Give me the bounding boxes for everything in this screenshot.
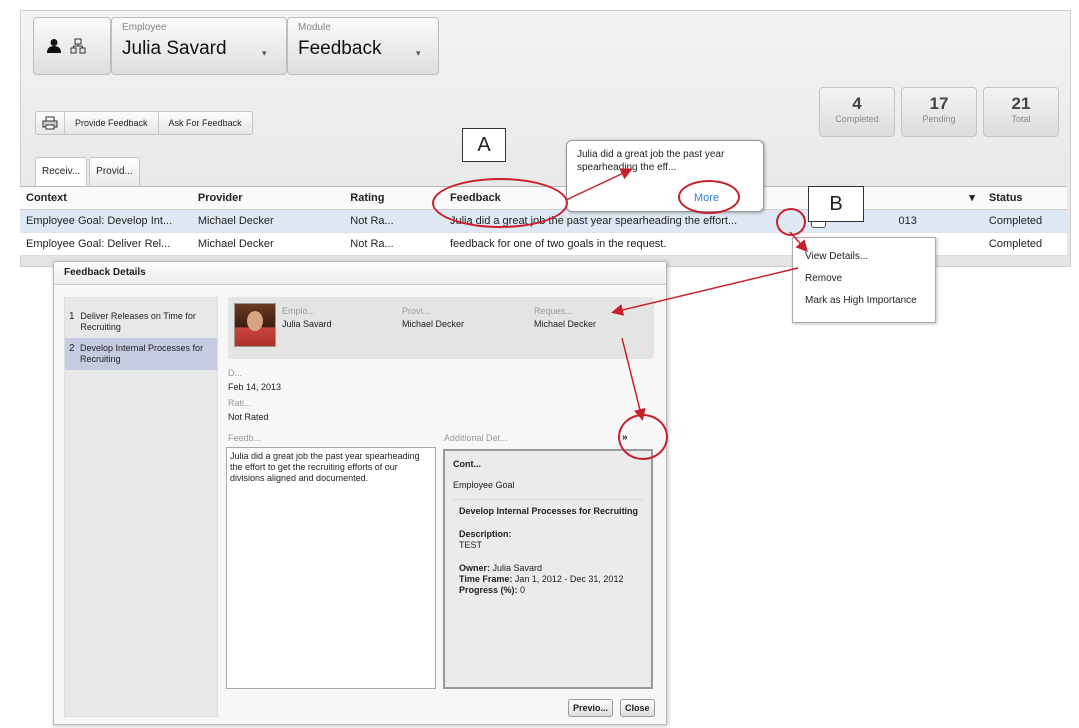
cell-provider: Michael Decker [197, 238, 274, 250]
stat-pending-label: Pending [922, 114, 956, 124]
stat-completed-number: 4 [852, 94, 862, 113]
stat-completed[interactable]: 4 Completed [819, 87, 895, 137]
avatar [234, 303, 276, 347]
cell-rating: Not Ra... [350, 238, 394, 250]
nav-item-number: 2 [69, 343, 75, 354]
additional-details-panel: Cont... Employee Goal Develop Internal P… [443, 449, 653, 689]
detail-card: Develop Internal Processes for Recruitin… [453, 499, 643, 596]
module-value: Feedback [298, 38, 382, 59]
owner-label: Owner: [459, 563, 491, 573]
employee-label: Employee [122, 22, 167, 33]
participants-band: Emplo... Julia Savard Provi... Michael D… [228, 297, 654, 359]
requester-field-value: Michael Decker [534, 319, 597, 329]
menu-item-mark-high-importance[interactable]: Mark as High Importance [793, 290, 935, 312]
provide-feedback-button[interactable]: Provide Feedback [65, 112, 159, 134]
description-label: Description: [459, 529, 512, 539]
previous-button[interactable]: Previo... [568, 699, 614, 717]
rating-label: Rati... [228, 398, 252, 408]
feedback-label: Feedb... [228, 433, 262, 443]
tooltip-text: Julia did a great job the past year spea… [577, 149, 725, 173]
employee-field-label: Emplo... [282, 306, 316, 316]
nav-item-goal-1[interactable]: 1 Deliver Releases on Time for Recruitin… [65, 306, 217, 338]
stat-total-number: 21 [1011, 94, 1031, 113]
annotation-ellipse-more [678, 180, 740, 214]
stat-total[interactable]: 21 Total [983, 87, 1059, 137]
row-context-menu: View Details... Remove Mark as High Impo… [792, 237, 936, 323]
requester-field-label: Reques... [534, 306, 573, 316]
timeframe-value: Jan 1, 2012 - Dec 31, 2012 [514, 574, 624, 584]
date-value: Feb 14, 2013 [228, 382, 282, 392]
cell-status: Completed [988, 215, 1043, 227]
employee-field-value: Julia Savard [282, 319, 332, 329]
nav-item-label: Develop Internal Processes for Recruitin… [80, 343, 204, 364]
rating-value: Not Rated [228, 412, 269, 422]
feedback-text: Julia did a great job the past year spea… [230, 451, 420, 483]
date-label: D... [228, 368, 243, 378]
menu-item-view-details[interactable]: View Details... [793, 246, 935, 268]
additional-details-label: Additional Det... [444, 433, 508, 443]
chevron-down-icon[interactable]: ▾ [416, 48, 421, 59]
chevron-down-icon[interactable]: ▾ [262, 48, 267, 59]
toolbar: Provide Feedback Ask For Feedback [35, 111, 253, 135]
feedback-details-dialog: Feedback Details 1 Deliver Releases on T… [53, 261, 667, 725]
progress-line: Progress (%): 0 [459, 585, 643, 596]
sort-caret-icon[interactable]: ▾ [969, 187, 975, 209]
employee-value: Julia Savard [122, 38, 227, 59]
employee-selector[interactable]: Employee Julia Savard ▾ [111, 17, 287, 75]
dialog-title: Feedback Details [54, 262, 666, 285]
column-rating[interactable]: Rating [344, 187, 444, 209]
callout-a: A [462, 128, 506, 162]
annotation-ellipse-feedback [432, 178, 568, 228]
cell-provider: Michael Decker [197, 215, 274, 227]
avatar-face [247, 311, 263, 331]
nav-item-goal-2[interactable]: 2 Develop Internal Processes for Recruit… [65, 338, 217, 370]
context-value: Employee Goal [453, 480, 515, 490]
print-button[interactable] [36, 112, 65, 134]
tab-received[interactable]: Receiv... [35, 157, 88, 188]
close-button[interactable]: Close [620, 699, 655, 717]
cell-status: Completed [988, 238, 1043, 250]
stat-pending[interactable]: 17 Pending [901, 87, 977, 137]
nav-item-label: Deliver Releases on Time for Recruiting [80, 311, 196, 332]
provider-field-label: Provi... [402, 306, 431, 316]
tab-provided[interactable]: Provid... [89, 157, 140, 186]
goal-title: Develop Internal Processes for Recruitin… [459, 506, 639, 516]
stat-completed-label: Completed [835, 114, 879, 124]
stat-total-label: Total [1011, 114, 1031, 124]
annotation-ellipse-expand [618, 414, 668, 460]
menu-item-remove[interactable]: Remove [793, 268, 935, 290]
timeframe-label: Time Frame: [459, 574, 513, 584]
tab-strip: Receiv... Provid... [35, 157, 142, 188]
cell-context: Employee Goal: Develop Int... [26, 215, 173, 227]
column-provider[interactable]: Provider [192, 187, 344, 209]
cell-context: Employee Goal: Deliver Rel... [26, 238, 171, 250]
view-switcher[interactable] [33, 17, 111, 75]
org-chart-icon[interactable] [70, 38, 86, 54]
provider-field-value: Michael Decker [402, 319, 465, 329]
module-selector[interactable]: Module Feedback ▾ [287, 17, 439, 75]
description-value: TEST [459, 540, 483, 550]
annotation-ellipse-menu-button [776, 208, 806, 236]
callout-b: B [808, 186, 864, 222]
column-status[interactable]: Status [983, 187, 1067, 209]
progress-label: Progress (%): [459, 585, 518, 595]
progress-value: 0 [520, 585, 526, 595]
cell-date-value: 013 [898, 215, 917, 227]
module-label: Module [298, 22, 331, 33]
owner-line: Owner: Julia Savard [459, 563, 643, 574]
column-context[interactable]: Context [20, 187, 192, 209]
feedback-textbox[interactable]: Julia did a great job the past year spea… [226, 447, 436, 689]
cell-rating: Not Ra... [350, 215, 394, 227]
goal-nav: 1 Deliver Releases on Time for Recruitin… [64, 297, 218, 717]
context-heading: Cont... [453, 459, 481, 469]
nav-item-number: 1 [69, 311, 75, 322]
person-icon[interactable] [46, 38, 62, 54]
stat-pending-number: 17 [929, 94, 949, 113]
cell-feedback: feedback for one of two goals in the req… [449, 238, 667, 250]
ask-for-feedback-button[interactable]: Ask For Feedback [159, 112, 252, 134]
owner-value: Julia Savard [492, 563, 543, 573]
timeframe-line: Time Frame: Jan 1, 2012 - Dec 31, 2012 [459, 574, 643, 585]
printer-icon [42, 116, 58, 130]
